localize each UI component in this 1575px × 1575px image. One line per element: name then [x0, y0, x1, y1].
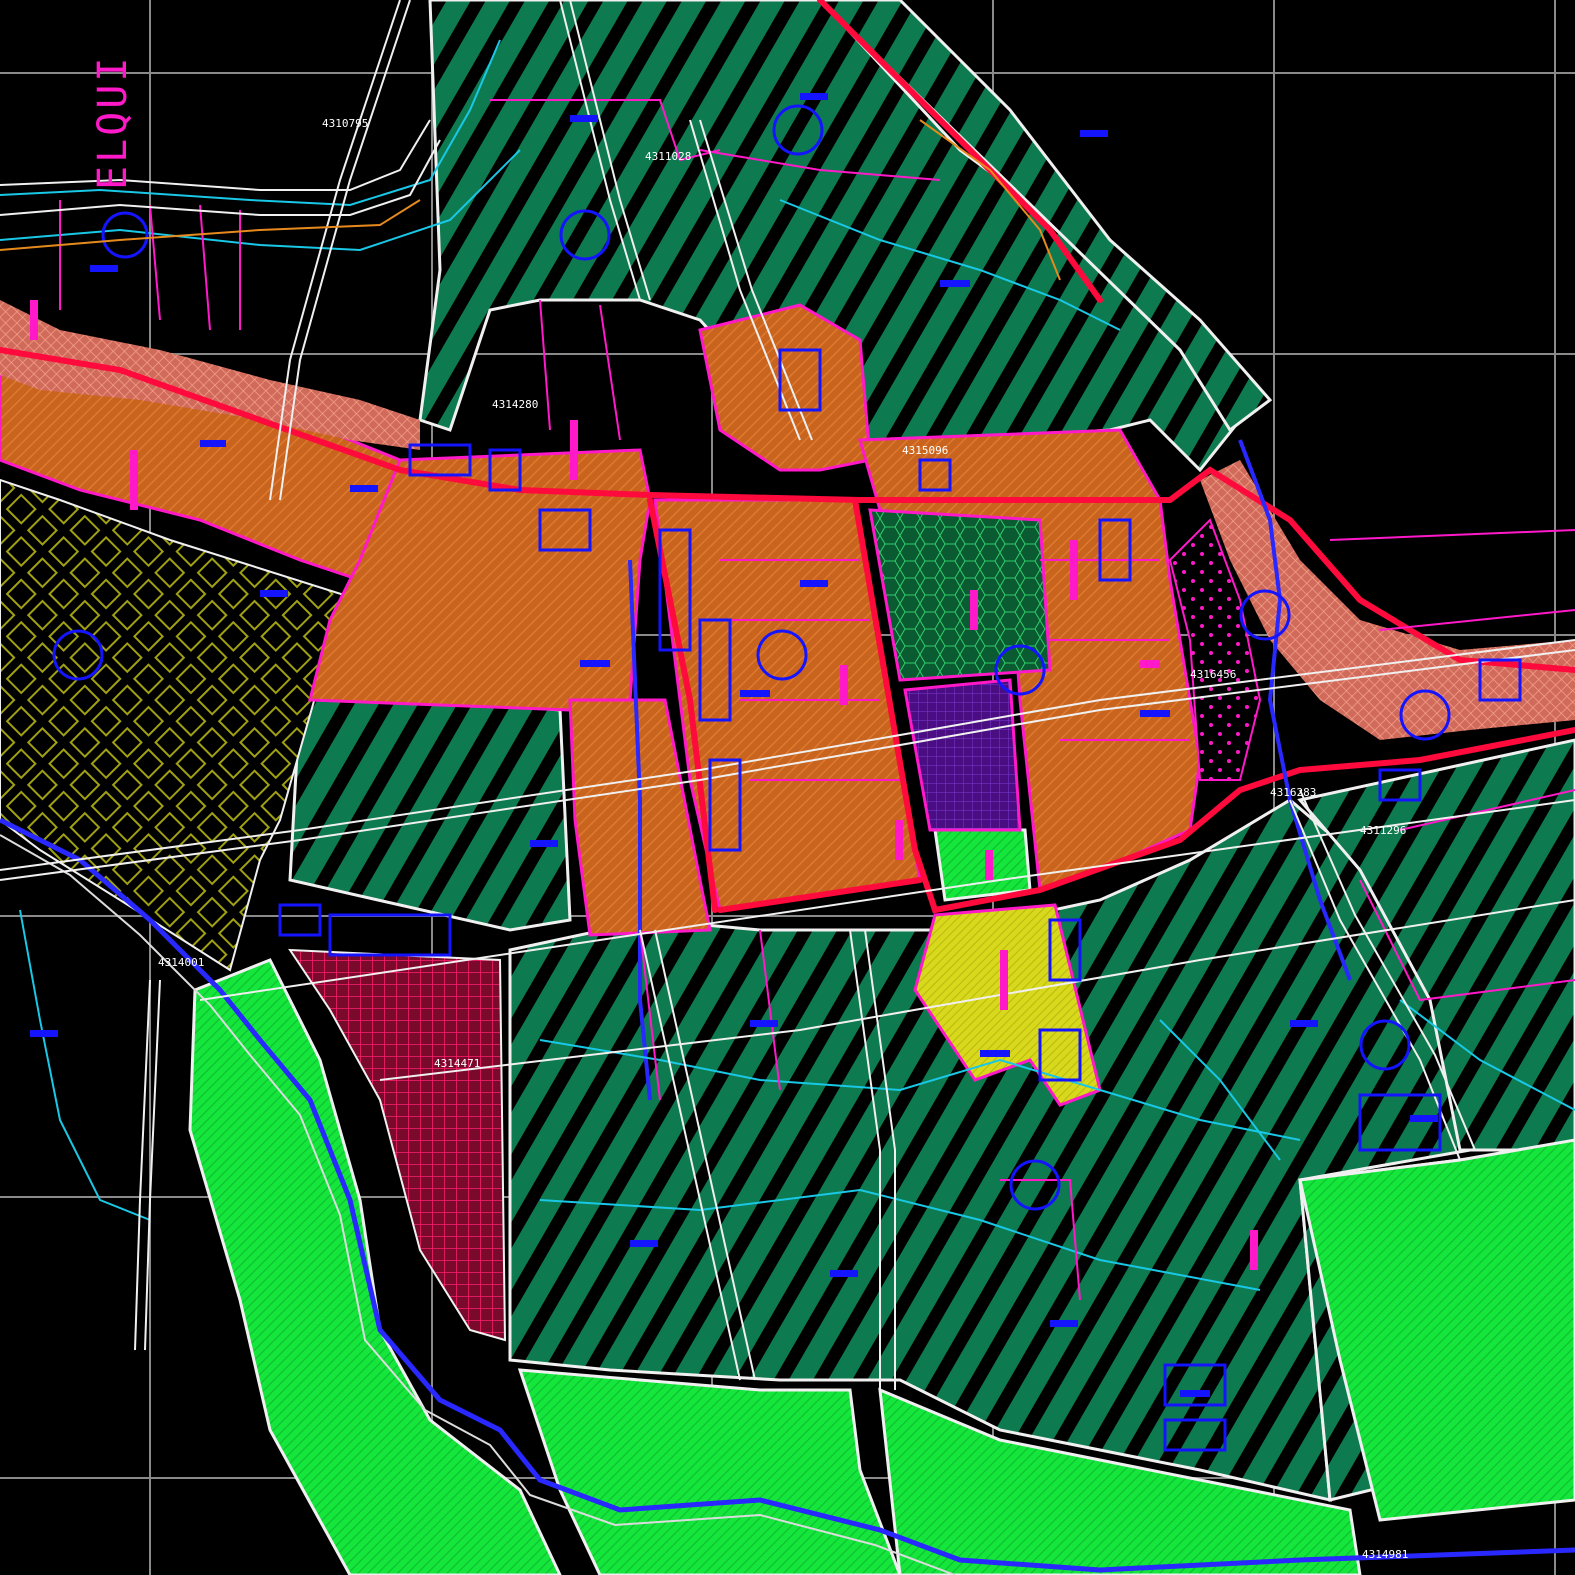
coordinate-label-10: 4314981: [1362, 1548, 1409, 1561]
hexagon-park-zone: [868, 508, 1052, 682]
map-title-text: ELQUI: [90, 54, 136, 190]
coordinate-label-1: 4310795: [322, 117, 369, 130]
coordinate-label-4: 4315096: [902, 444, 949, 457]
map-title: ELQUI: [52, 20, 136, 190]
land-use-map: [0, 0, 1575, 1575]
coordinate-label-9: 4314471: [434, 1057, 481, 1070]
coordinate-label-2: 4311028: [645, 150, 692, 163]
coordinate-label-8: 4314001: [158, 956, 205, 969]
coordinate-label-5: 4316456: [1190, 668, 1237, 681]
coordinate-label-6: 4316283: [1270, 786, 1317, 799]
coordinate-label-7: 4311296: [1360, 824, 1407, 837]
coordinate-label-3: 4314280: [492, 398, 539, 411]
green-area-plaza: [933, 828, 1032, 902]
